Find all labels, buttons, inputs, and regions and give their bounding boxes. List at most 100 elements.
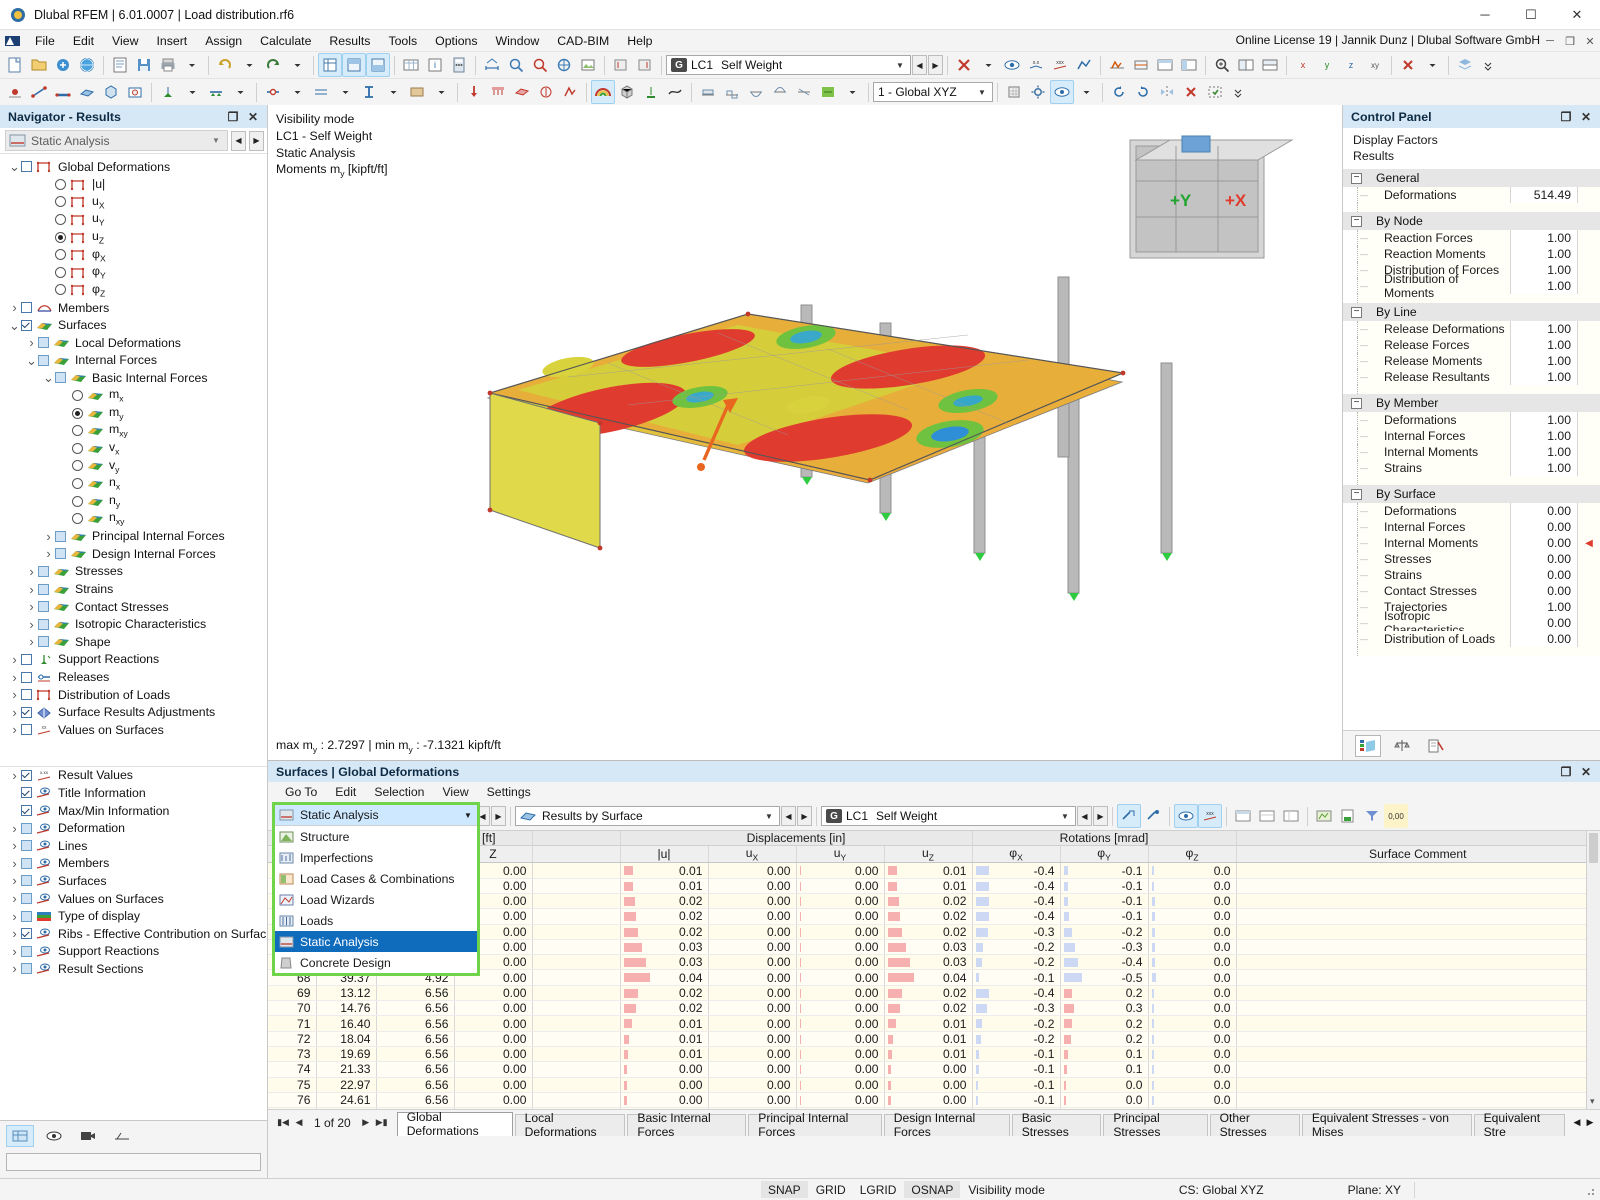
visibility-dropdown-icon[interactable] (1074, 80, 1098, 104)
axis-y-icon[interactable]: y (1315, 53, 1339, 77)
col-header--Y[interactable]: φY (1060, 845, 1149, 864)
status-osnap[interactable]: OSNAP (904, 1181, 961, 1198)
nav-item-strains[interactable]: › Strains (0, 580, 267, 598)
navigator-float-icon[interactable]: ❐ (223, 110, 243, 124)
chevron-right-icon[interactable]: › (8, 705, 21, 720)
chevron-right-icon[interactable]: › (8, 768, 21, 783)
support-view-icon[interactable] (639, 80, 663, 104)
cp-row-value[interactable]: 0.00 (1510, 631, 1578, 647)
delete-x-icon[interactable] (1179, 80, 1203, 104)
checkbox[interactable] (55, 372, 66, 384)
cp-row-value[interactable]: 0.00 (1510, 583, 1578, 599)
cp-group-by-member[interactable]: − By Member (1343, 394, 1600, 412)
radio-button[interactable] (72, 477, 83, 489)
material-dropdown-icon[interactable] (429, 80, 453, 104)
checkbox[interactable] (55, 548, 66, 560)
navigator-next-button[interactable]: ▶ (249, 130, 264, 151)
undo-dropdown-icon[interactable] (237, 53, 261, 77)
material-icon[interactable] (405, 80, 429, 104)
table-panel-float-icon[interactable]: ❐ (1556, 765, 1576, 779)
nav-item--y[interactable]: φY (0, 264, 267, 282)
tab-design-internal-forces[interactable]: Design Internal Forces (883, 1111, 1010, 1136)
dropdown-item-load-cases-combinations[interactable]: Load Cases & Combinations (275, 868, 477, 889)
navigator-close-icon[interactable]: ✕ (243, 110, 263, 124)
dropdown-item-imperfections[interactable]: Imperfections (275, 847, 477, 868)
dropdown-item-loads[interactable]: Loads (275, 910, 477, 931)
window-tile2-icon[interactable] (1258, 53, 1282, 77)
checkbox[interactable] (21, 875, 32, 887)
radio-button[interactable] (72, 442, 83, 454)
checkbox[interactable] (38, 354, 49, 366)
contour-dropdown-icon[interactable] (840, 80, 864, 104)
checkbox[interactable] (21, 822, 32, 834)
zoom-icon[interactable] (504, 53, 528, 77)
new-file-icon[interactable] (3, 53, 27, 77)
radio-button[interactable] (72, 425, 83, 437)
cp-row-value[interactable]: 1.00 (1510, 278, 1578, 294)
undo-icon[interactable] (213, 53, 237, 77)
nav-item-values-on-surfaces[interactable]: › xx Values on Surfaces (0, 721, 267, 739)
tab-basic-internal-forces[interactable]: Basic Internal Forces (627, 1111, 747, 1136)
cp-row-value[interactable]: 1.00 (1510, 369, 1578, 385)
line-icon[interactable] (27, 80, 51, 104)
nav-item-max-min-information[interactable]: Max/Min Information (0, 802, 267, 820)
table-filter-funnel-icon[interactable] (1360, 804, 1384, 828)
tab-local-deformations[interactable]: Local Deformations (514, 1111, 626, 1136)
chevron-right-icon[interactable]: › (8, 944, 21, 959)
checkbox[interactable] (21, 963, 32, 975)
cross-red-icon[interactable] (1396, 53, 1420, 77)
save-icon[interactable] (132, 53, 156, 77)
cp-row-value[interactable]: 1.00 (1510, 230, 1578, 246)
nav-item--x[interactable]: φX (0, 246, 267, 264)
cp-row[interactable]: Internal Moments0.00◀ (1343, 535, 1600, 551)
chevron-right-icon[interactable]: › (8, 300, 21, 315)
result-values-surface-icon[interactable]: xxx (1048, 53, 1072, 77)
table-export2-icon[interactable] (1279, 804, 1303, 828)
control-panel-close-icon[interactable]: ✕ (1576, 110, 1596, 124)
col-header-uX[interactable]: uX (708, 845, 797, 864)
nodal-support-dropdown-icon[interactable] (180, 80, 204, 104)
magnify-plus-icon[interactable] (1210, 53, 1234, 77)
cp-row-value[interactable]: 0.00 (1510, 535, 1578, 551)
chevron-down-icon[interactable]: ⌄ (25, 354, 38, 367)
nav-item-result-values[interactable]: › x.xx Result Values (0, 767, 267, 785)
cp-row-value[interactable]: 1.00 (1510, 444, 1578, 460)
cross-section-icon[interactable] (357, 80, 381, 104)
menu-window[interactable]: Window (487, 32, 549, 50)
chevron-right-icon[interactable]: › (8, 687, 21, 702)
results-view-prev-button[interactable]: ◀ (781, 806, 796, 826)
chevron-right-icon[interactable]: › (42, 546, 55, 561)
collapse-icon[interactable]: − (1351, 397, 1362, 409)
nav-item-vx[interactable]: vx (0, 440, 267, 458)
mirror-icon[interactable] (1155, 80, 1179, 104)
cp-row-value[interactable]: 1.00 (1510, 321, 1578, 337)
navigator-selector-combo[interactable]: Static Analysis ▼ (5, 130, 228, 151)
results-view-next-button[interactable]: ▶ (797, 806, 812, 826)
collapse-icon[interactable]: − (1351, 306, 1362, 318)
table-row[interactable]: 74 21.33 6.56 0.00 0.00 0.00 0.00 0.00 -0.1 0.1 0.… (268, 1061, 1600, 1078)
checkbox[interactable] (21, 161, 32, 173)
col-header--Z[interactable]: φZ (1148, 845, 1237, 864)
internal-force-m-icon[interactable] (744, 80, 768, 104)
dimension-icon[interactable] (480, 53, 504, 77)
cp-row-value[interactable]: 0.00 (1510, 503, 1578, 519)
checkbox[interactable] (21, 805, 32, 817)
cp-row[interactable]: Reaction Forces1.00 (1343, 230, 1600, 246)
load-case-next-button[interactable]: ▶ (928, 55, 943, 75)
hinge-icon[interactable] (261, 80, 285, 104)
visibility-eye-icon[interactable] (40, 1125, 68, 1147)
dropdown-selected-row[interactable]: Static Analysis ▼ (275, 805, 477, 826)
col-header-Surface-Comment[interactable]: Surface Comment (1236, 845, 1600, 864)
redo-dropdown-icon[interactable] (285, 53, 309, 77)
results-view-combo[interactable]: Results by Surface ▼ (515, 806, 780, 826)
status-grid[interactable]: GRID (809, 1181, 853, 1198)
menu-edit[interactable]: Edit (64, 32, 103, 50)
chevron-down-icon[interactable]: ▼ (761, 812, 777, 821)
chevron-right-icon[interactable]: › (8, 909, 21, 924)
model-viewport[interactable]: Visibility mode LC1 - Self Weight Static… (268, 105, 1342, 760)
calc-icon[interactable] (447, 53, 471, 77)
nav-item-result-sections[interactable]: › Result Sections (0, 960, 267, 978)
radio-button[interactable] (55, 249, 66, 261)
nav-item-design-internal-forces[interactable]: › Design Internal Forces (0, 545, 267, 563)
nav-item-members[interactable]: › Members (0, 299, 267, 317)
